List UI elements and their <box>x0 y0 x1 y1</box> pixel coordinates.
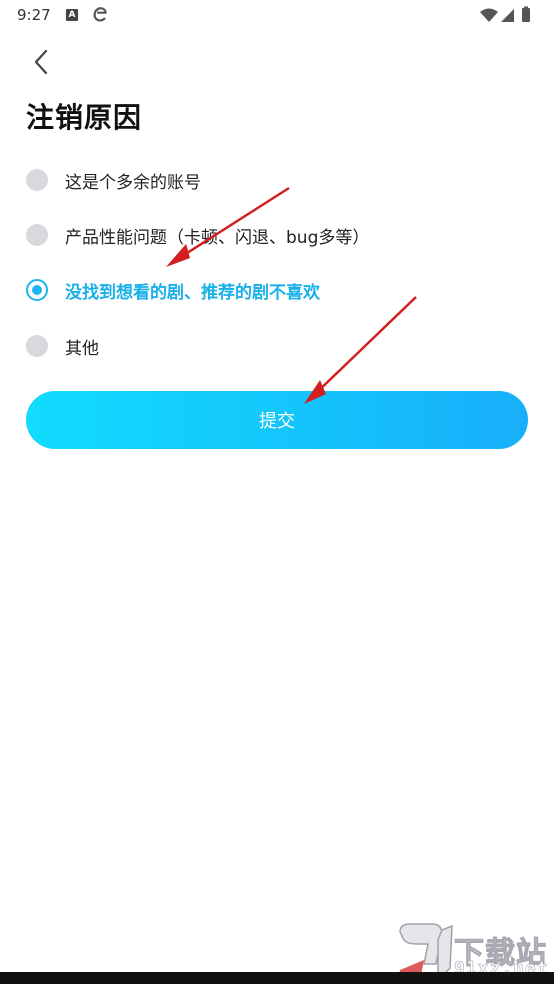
reason-option-no-content[interactable]: 没找到想看的剧、推荐的剧不喜欢 <box>26 270 536 310</box>
status-right-icons <box>478 6 538 26</box>
radio-button[interactable] <box>26 335 48 357</box>
page-title: 注销原因 <box>26 101 143 134</box>
reason-option-performance[interactable]: 产品性能问题（卡顿、闪退、bug多等） <box>26 215 536 255</box>
option-label: 其他 <box>65 338 99 359</box>
radio-button[interactable] <box>26 169 48 191</box>
annotation-arrows <box>166 186 417 404</box>
battery-icon <box>522 6 530 22</box>
option-label: 没找到想看的剧、推荐的剧不喜欢 <box>65 282 320 303</box>
signal-icon <box>501 9 514 22</box>
navigation-bar <box>0 972 554 984</box>
accessibility-a-icon: A <box>66 9 78 21</box>
radio-button[interactable] <box>26 224 48 246</box>
reason-option-other[interactable]: 其他 <box>26 326 536 366</box>
option-label: 产品性能问题（卡顿、闪退、bug多等） <box>65 227 370 248</box>
reason-option-redundant-account[interactable]: 这是个多余的账号 <box>26 160 536 200</box>
wifi-icon <box>480 8 498 22</box>
radio-button-selected[interactable] <box>26 279 48 301</box>
status-time: 9:27 <box>17 6 51 24</box>
back-button[interactable] <box>26 46 56 78</box>
option-label: 这是个多余的账号 <box>65 172 201 193</box>
chevron-left-icon <box>34 49 48 75</box>
status-bar: 9:27 A <box>0 0 554 32</box>
submit-button[interactable]: 提交 <box>26 391 528 449</box>
edge-browser-icon <box>92 5 108 23</box>
